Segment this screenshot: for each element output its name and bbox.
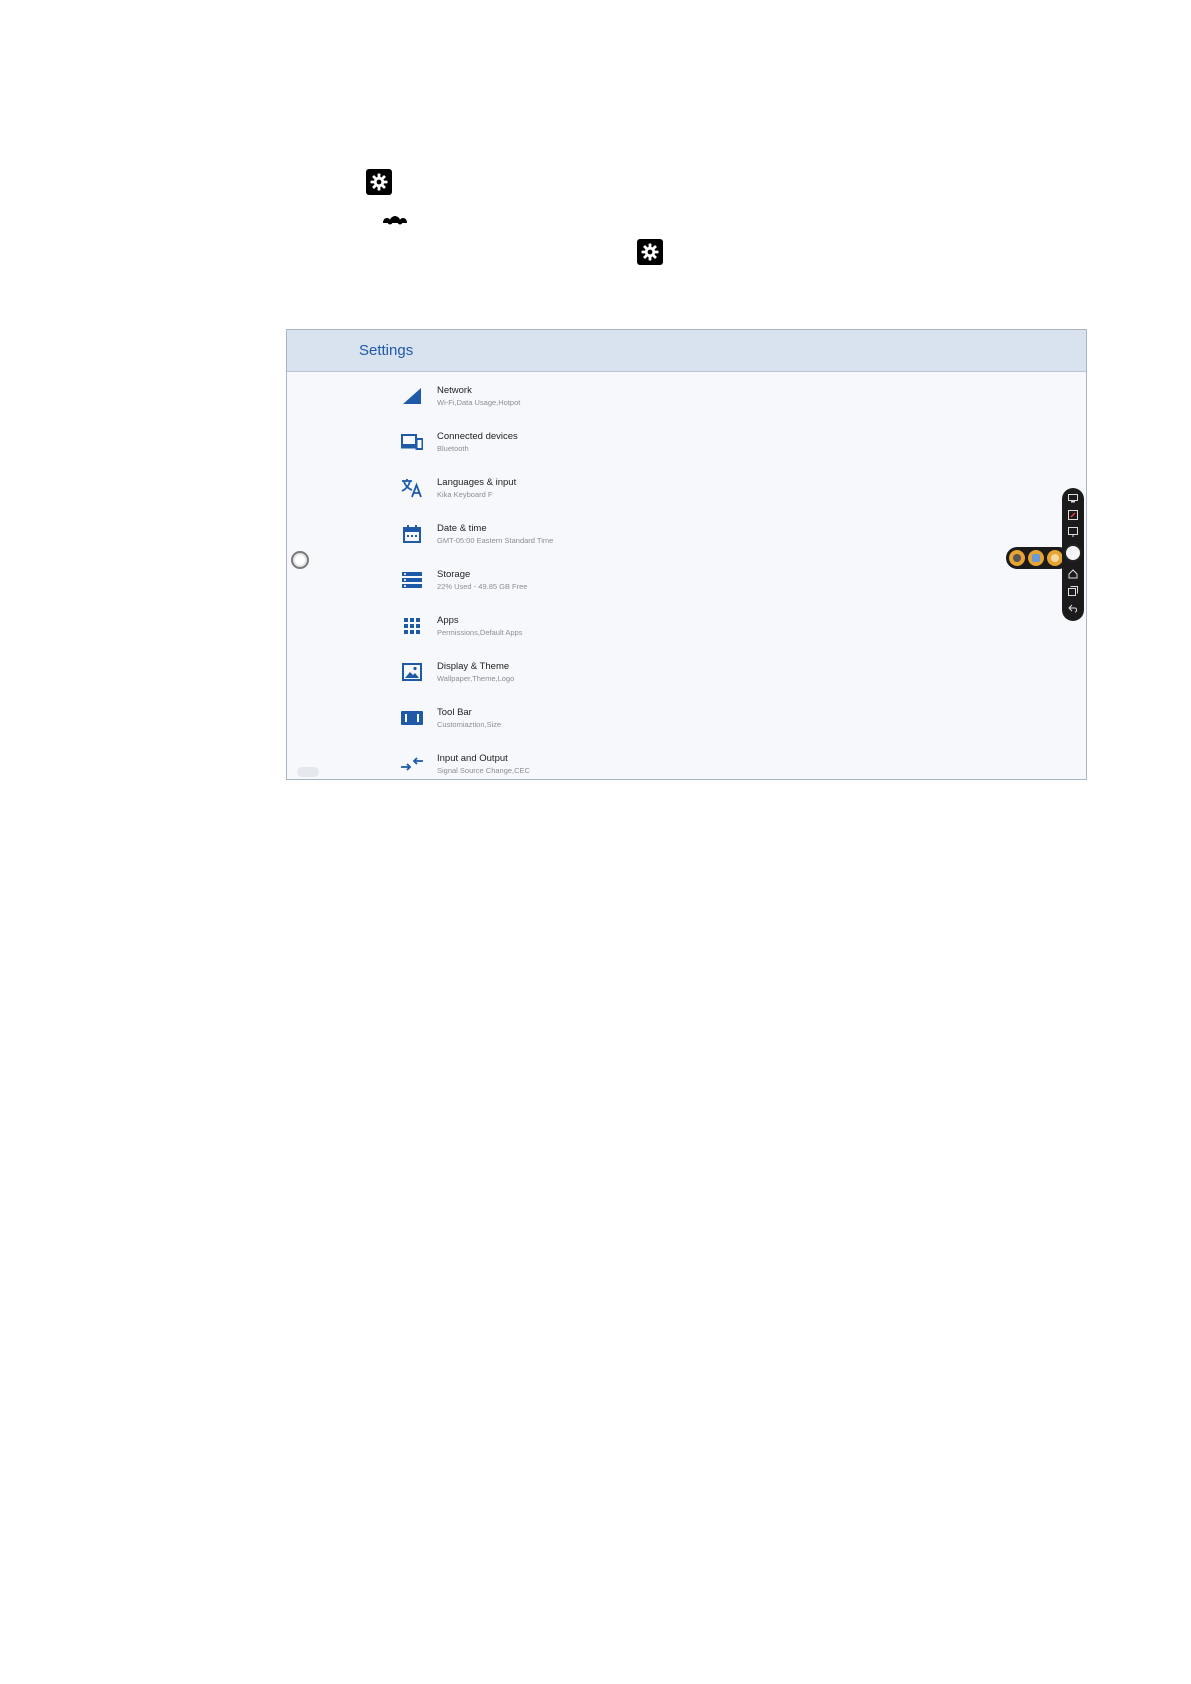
- settings-item-connected-devices[interactable]: Connected devices Bluetooth: [401, 422, 518, 462]
- settings-item-storage[interactable]: Storage 22% Used - 49.85 GB Free: [401, 560, 527, 600]
- settings-list: Network Wi-Fi,Data Usage,Hotpot Connecte…: [287, 372, 1086, 779]
- settings-item-input-output[interactable]: Input and Output Signal Source Change,CE…: [401, 744, 530, 779]
- circle-icon: [1013, 554, 1021, 562]
- settings-item-title: Apps: [437, 614, 459, 626]
- settings-window: Settings Network Wi-Fi,Data Usage,Hotpot…: [286, 329, 1087, 780]
- settings-item-display-theme[interactable]: Display & Theme Wallpaper,Theme,Logo: [401, 652, 514, 692]
- recent-apps-icon[interactable]: [1067, 585, 1079, 597]
- corner-handle: [297, 767, 319, 777]
- back-icon[interactable]: [1067, 602, 1079, 614]
- settings-item-subtitle: Kika Keyboard F: [437, 489, 493, 499]
- translate-icon: [401, 477, 423, 499]
- image-icon: [1032, 554, 1040, 562]
- settings-item-tool-bar[interactable]: Tool Bar Customiaztion,Size: [401, 698, 501, 738]
- settings-item-title: Input and Output: [437, 752, 508, 764]
- settings-icon: [1051, 554, 1059, 562]
- settings-item-title: Tool Bar: [437, 706, 472, 718]
- settings-item-title: Storage: [437, 568, 471, 580]
- settings-item-subtitle: 22% Used - 49.85 GB Free: [437, 581, 528, 591]
- settings-item-title: Connected devices: [437, 430, 518, 442]
- tray-button-3[interactable]: [1047, 550, 1063, 566]
- settings-gear-icon: [366, 169, 392, 195]
- settings-item-subtitle: Permissions,Default Apps: [437, 627, 523, 637]
- tray-button-1[interactable]: [1009, 550, 1025, 566]
- settings-item-date-time[interactable]: Date & time GMT-05:00 Eastern Standard T…: [401, 514, 553, 554]
- tray-button-2[interactable]: [1028, 550, 1044, 566]
- calendar-icon: [401, 523, 423, 545]
- screen-icon[interactable]: [1067, 492, 1079, 504]
- network-signal-icon: [401, 385, 423, 407]
- floating-assist-ball[interactable]: [291, 551, 309, 569]
- toolbar-handle-icon: [381, 212, 409, 231]
- settings-gear-icon-2: [637, 239, 663, 265]
- settings-item-title: Display & Theme: [437, 660, 510, 672]
- input-output-icon: [401, 753, 423, 775]
- settings-item-title: Languages & input: [437, 476, 517, 488]
- settings-item-network[interactable]: Network Wi-Fi,Data Usage,Hotpot: [401, 376, 520, 416]
- settings-item-title: Network: [437, 384, 472, 396]
- home-icon[interactable]: [1067, 568, 1079, 580]
- settings-item-subtitle: GMT-05:00 Eastern Standard Time: [437, 535, 554, 545]
- settings-item-subtitle: Wallpaper,Theme,Logo: [437, 673, 515, 683]
- annotate-icon[interactable]: [1067, 509, 1079, 521]
- settings-item-subtitle: Signal Source Change,CEC: [437, 765, 530, 775]
- settings-item-subtitle: Bluetooth: [437, 443, 469, 453]
- toolbar-icon: [401, 707, 423, 729]
- apps-grid-icon: [401, 615, 423, 637]
- settings-item-apps[interactable]: Apps Permissions,Default Apps: [401, 606, 522, 646]
- settings-item-title: Date & time: [437, 522, 487, 534]
- side-toolbar: [1062, 488, 1084, 621]
- devices-icon: [401, 431, 423, 453]
- storage-icon: [401, 569, 423, 591]
- settings-header: Settings: [287, 330, 1086, 372]
- settings-item-subtitle: Wi-Fi,Data Usage,Hotpot: [437, 397, 521, 407]
- toolbar-main-button[interactable]: [1064, 544, 1082, 562]
- settings-item-subtitle: Customiaztion,Size: [437, 719, 502, 729]
- display-theme-icon: [401, 661, 423, 683]
- toolbar-expanded-tray: [1006, 547, 1070, 569]
- whiteboard-icon[interactable]: [1067, 526, 1079, 538]
- page-title: Settings: [359, 342, 414, 359]
- settings-item-languages-input[interactable]: Languages & input Kika Keyboard F: [401, 468, 516, 508]
